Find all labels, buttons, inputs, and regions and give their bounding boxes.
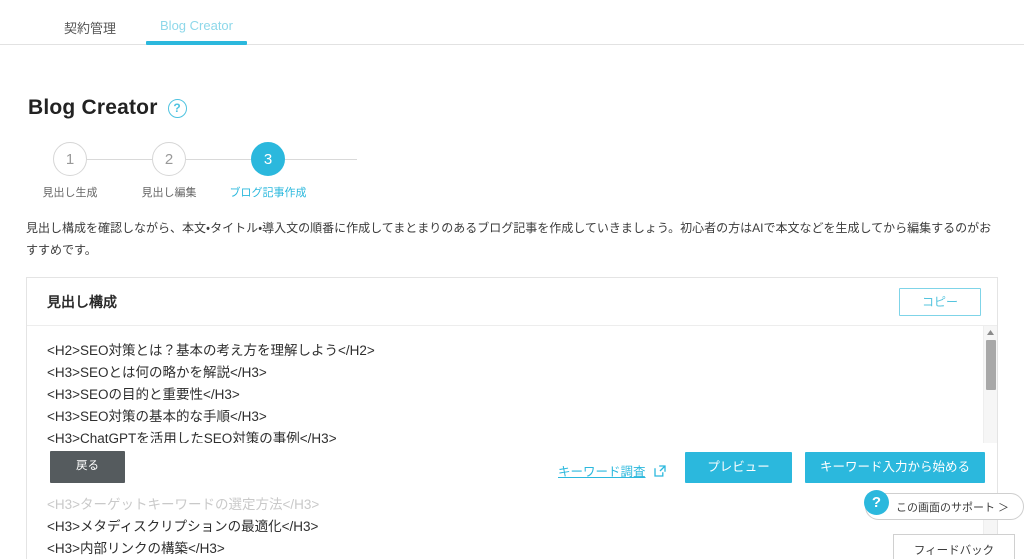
back-button[interactable]: 戻る — [50, 451, 125, 483]
outline-row: <H2>SEO対策とは？基本の考え方を理解しよう</H2> — [47, 343, 375, 358]
tab-label: Blog Creator — [160, 18, 233, 33]
top-tab-bar: 契約管理 Blog Creator — [0, 0, 1024, 45]
tab-contract-management[interactable]: 契約管理 — [42, 0, 138, 49]
preview-button[interactable]: プレビュー — [685, 452, 792, 483]
screen-support-label: この画面のサポート ＞ — [896, 501, 1010, 514]
scroll-up-arrow-icon[interactable] — [984, 326, 997, 339]
tab-blog-creator[interactable]: Blog Creator — [138, 0, 255, 45]
question-circle-icon[interactable]: ? — [167, 98, 187, 118]
feedback-tab[interactable]: フィードバック — [893, 534, 1015, 559]
step-item-3[interactable]: 3 ブログ記事作成 — [228, 142, 308, 200]
start-from-keyword-button[interactable]: キーワード入力から始める — [805, 452, 985, 483]
outline-row: <H3>メタディスクリプションの最適化</H3> — [47, 519, 319, 534]
copy-button[interactable]: コピー — [898, 287, 981, 316]
page-title-row: Blog Creator ? — [28, 96, 187, 120]
bottom-action-bar: 戻る キーワード調査 プレビュー キーワード入力から始める — [27, 443, 997, 495]
help-glyph: ? — [173, 101, 181, 115]
outline-card-title: 見出し構成 — [47, 293, 117, 310]
feedback-label: フィードバック — [913, 544, 995, 557]
step-label: 見出し編集 — [141, 187, 197, 199]
external-link-icon — [653, 464, 666, 477]
support-question-glyph: ? — [871, 494, 882, 511]
outline-row: <H3>SEO対策の基本的な手順</H3> — [47, 409, 267, 424]
outline-row: <H3>SEOの目的と重要性</H3> — [47, 387, 240, 402]
step-bubble: 2 — [152, 142, 186, 176]
outline-row: <H3>ターゲットキーワードの選定方法</H3> — [47, 497, 320, 512]
outline-card-header: 見出し構成 コピー — [27, 278, 997, 326]
outline-card: 見出し構成 コピー <H2>SEO対策とは？基本の考え方を理解しよう</H2> <… — [26, 277, 998, 559]
step-label: 見出し生成 — [42, 187, 98, 199]
tab-label: 契約管理 — [64, 21, 117, 36]
step-bubble: 1 — [53, 142, 87, 176]
step-bubble: 3 — [251, 142, 285, 176]
page-description: 見出し構成を確認しながら、本文・タイトル・導入文の順番に作成してまとまりのあるブ… — [26, 221, 992, 258]
step-item-1[interactable]: 1 見出し生成 — [30, 142, 110, 200]
step-item-2[interactable]: 2 見出し編集 — [129, 142, 209, 200]
step-label: ブログ記事作成 — [229, 187, 307, 199]
keyword-research-link[interactable]: キーワード調査 — [558, 461, 666, 480]
page-title: Blog Creator — [28, 96, 158, 119]
keyword-research-label: キーワード調査 — [558, 465, 646, 479]
app-root: 契約管理 Blog Creator Blog Creator ? 1 見出し生成… — [0, 0, 1024, 559]
progress-stepper: 1 見出し生成 2 見出し編集 3 ブログ記事作成 — [26, 142, 586, 199]
screen-support-button[interactable]: この画面のサポート ＞ — [865, 493, 1024, 520]
outline-row: <H3>内部リンクの構築</H3> — [47, 541, 225, 556]
outline-row: <H3>SEOとは何の略かを解説</H3> — [47, 365, 267, 380]
scrollbar-thumb[interactable] — [986, 340, 996, 390]
tab-list: 契約管理 Blog Creator — [0, 0, 1024, 49]
support-question-icon[interactable]: ? — [864, 490, 889, 515]
